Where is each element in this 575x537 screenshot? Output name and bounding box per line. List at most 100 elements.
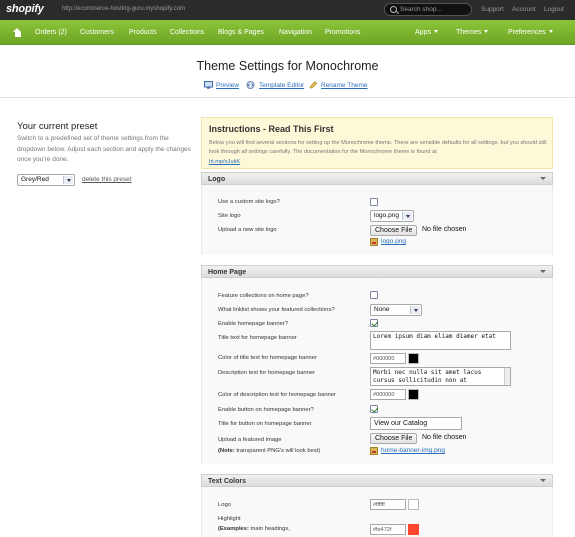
examples-text: main headings, [248, 526, 290, 532]
choose-file-button[interactable]: Choose File [370, 433, 418, 444]
title-color-input[interactable]: #000000 [370, 353, 406, 364]
chevron-down-icon [63, 176, 73, 184]
logo-color-input[interactable]: #ffffff [370, 499, 406, 510]
description-color-swatch[interactable] [408, 389, 419, 400]
use-custom-logo-label: Use a custom site logo? [218, 199, 280, 205]
shopify-logo[interactable]: shopify [6, 3, 44, 15]
use-custom-logo-checkbox[interactable] [370, 198, 378, 206]
title-color-swatch[interactable] [408, 353, 419, 364]
linklist-select-value: None [374, 306, 390, 313]
logo-color-swatch[interactable] [408, 499, 419, 510]
banner-file-link[interactable]: home-banner-img.png [381, 447, 445, 454]
preset-description: Switch to a predefined set of theme sett… [17, 135, 191, 163]
nav-themes-label: Themes [456, 29, 482, 36]
nav-products[interactable]: Products [129, 29, 157, 36]
preset-title: Your current preset [17, 121, 98, 132]
section-title: Logo [208, 175, 226, 183]
chevron-down-icon [540, 177, 546, 180]
upload-image-label: Upload a featured image [218, 437, 282, 443]
documentation-link[interactable]: ht.mp/oJukK [209, 159, 240, 165]
highlight-color-swatch[interactable] [408, 524, 419, 535]
feature-collections-label: Feature collections on home page? [218, 293, 309, 299]
rename-theme-link[interactable]: Rename Theme [321, 82, 368, 89]
chevron-down-icon [540, 479, 546, 482]
title-color-label: Color of title text for homepage banner [218, 355, 317, 361]
chevron-down-icon [402, 212, 412, 220]
upload-note: (Note: transparent PNG's will look best) [218, 447, 320, 455]
description-color-label: Color of description text for homepage b… [218, 392, 336, 398]
search-box[interactable]: Search shop... [384, 3, 472, 16]
shop-url[interactable]: http://ecommerce-hosting-guru.myshopify.… [62, 6, 185, 12]
text-colors-section-header[interactable]: Text Colors [201, 474, 553, 487]
chevron-down-icon [540, 270, 546, 273]
enable-banner-label: Enable homepage banner? [218, 321, 288, 327]
pencil-icon [309, 81, 318, 89]
page-title: Theme Settings for Monochrome [196, 59, 379, 73]
nav-navigation[interactable]: Navigation [279, 29, 312, 36]
nav-collections[interactable]: Collections [170, 29, 204, 36]
site-logo-select[interactable]: logo.png [370, 210, 414, 222]
file-status: No file chosen [422, 434, 467, 441]
top-bar: shopify http://ecommerce-hosting-guru.my… [0, 0, 575, 20]
nav-apps[interactable]: Apps [415, 29, 438, 36]
nav-preferences-label: Preferences [508, 29, 546, 36]
examples-bold: (Examples: [218, 526, 249, 532]
feature-collections-checkbox[interactable] [370, 291, 378, 299]
choose-file-button[interactable]: Choose File [370, 225, 418, 236]
chevron-down-icon [410, 306, 420, 314]
search-input[interactable]: Search shop... [400, 6, 442, 13]
enable-button-label: Enable button on homepage banner? [218, 407, 314, 413]
instructions-text: Below you will find several sections for… [209, 140, 547, 155]
home-page-section-header[interactable]: Home Page [201, 265, 553, 278]
image-file-icon [370, 238, 378, 246]
button-title-input[interactable]: View our Catalog [370, 417, 462, 430]
preset-select[interactable]: Grey/Red [17, 174, 75, 186]
image-file-icon [370, 447, 378, 455]
banner-title-textarea[interactable]: Lorem ipsum diam eliam diamer etat [370, 331, 511, 350]
highlight-examples: (Examples: main headings, [218, 525, 290, 533]
nav-themes[interactable]: Themes [456, 29, 489, 36]
nav-customers[interactable]: Customers [80, 29, 114, 36]
logout-link[interactable]: Logout [544, 6, 564, 13]
section-title: Home Page [208, 268, 247, 276]
enable-button-checkbox[interactable] [370, 405, 378, 413]
divider [0, 97, 575, 98]
nav-orders[interactable]: Orders (2) [35, 29, 67, 36]
preset-select-value: Grey/Red [21, 176, 49, 183]
highlight-label: Highlight [218, 516, 241, 522]
chevron-down-icon [433, 30, 438, 33]
scrollbar[interactable] [504, 368, 510, 385]
nav-preferences[interactable]: Preferences [508, 29, 553, 36]
monitor-icon [204, 81, 213, 89]
logo-section-header[interactable]: Logo [201, 172, 553, 185]
description-textarea[interactable]: Morbi nec nulla sit amet lacus cursus so… [370, 367, 511, 386]
note-bold: (Note: [218, 448, 235, 454]
logo-file-link[interactable]: logo.png [381, 238, 406, 245]
home-icon[interactable] [13, 28, 22, 37]
highlight-color-input[interactable]: #fe472f [370, 524, 406, 535]
preview-link[interactable]: Preview [216, 82, 239, 89]
section-title: Text Colors [208, 477, 246, 485]
description-color-input[interactable]: #000000 [370, 389, 406, 400]
nav-blogs-pages[interactable]: Blogs & Pages [218, 29, 264, 36]
chevron-down-icon [548, 30, 553, 33]
linklist-label: What linklist shows your featured collec… [218, 307, 335, 313]
description-text: Morbi nec nulla sit amet lacus cursus so… [373, 369, 482, 384]
button-title-label: Title for button on homepage banner [218, 421, 312, 427]
note-text: transparent PNG's will look best) [234, 448, 321, 454]
code-icon [246, 81, 255, 89]
chevron-down-icon [484, 30, 489, 33]
nav-promotions[interactable]: Promotions [325, 29, 360, 36]
instructions-title: Instructions - Read This First [209, 124, 334, 134]
enable-banner-checkbox[interactable] [370, 319, 378, 327]
upload-logo-label: Upload a new site logo [218, 227, 277, 233]
account-link[interactable]: Account [512, 6, 536, 13]
site-logo-select-value: logo.png [374, 212, 399, 219]
banner-title-label: Title text for homepage banner [218, 335, 297, 341]
linklist-select[interactable]: None [370, 304, 422, 316]
nav-apps-label: Apps [415, 29, 431, 36]
template-editor-link[interactable]: Template Editor [259, 82, 304, 89]
delete-preset-link[interactable]: delete this preset [82, 176, 132, 183]
search-icon [390, 6, 397, 13]
support-link[interactable]: Support [481, 6, 504, 13]
